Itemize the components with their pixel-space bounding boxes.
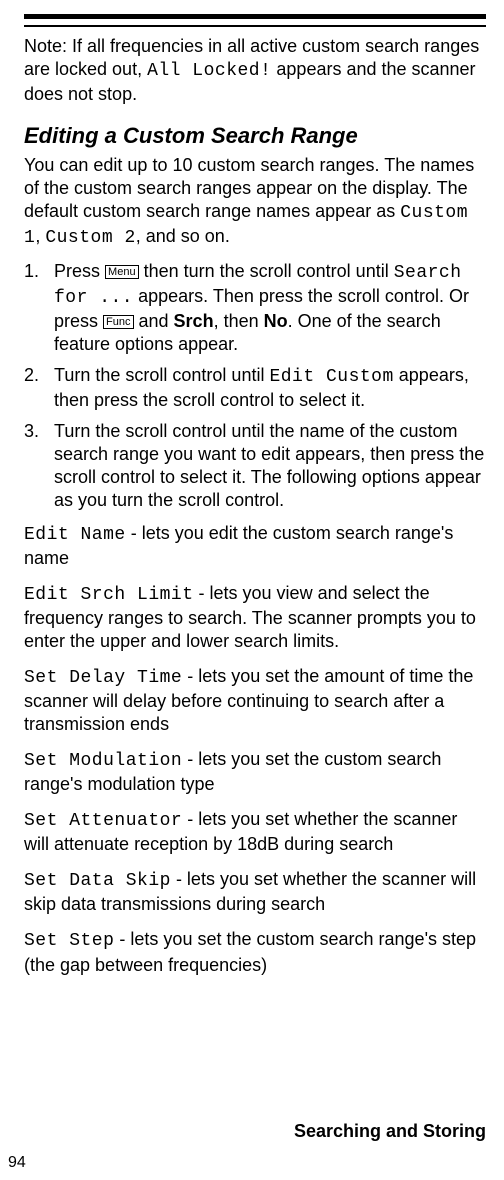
- step1-e: , then: [214, 311, 264, 331]
- intro-paragraph: You can edit up to 10 custom search rang…: [24, 154, 486, 250]
- step1-a: Press: [54, 261, 105, 281]
- menu-key-icon: Menu: [105, 265, 139, 279]
- step3-a: Turn the scroll control until the name o…: [54, 421, 484, 510]
- step2-code: Edit Custom: [269, 367, 393, 387]
- step1-b: then turn the scroll control until: [139, 261, 394, 281]
- step-3: 3. Turn the scroll control until the nam…: [24, 420, 486, 512]
- option-set-step: Set Step - lets you set the custom searc…: [24, 928, 486, 976]
- option-set-attenuator: Set Attenuator - lets you set whether th…: [24, 808, 486, 856]
- step1-bold2: No: [264, 311, 288, 331]
- option-code: Edit Name: [24, 525, 126, 545]
- step-num: 1.: [24, 261, 39, 281]
- intro-c: , and so on.: [136, 226, 230, 246]
- section-heading: Editing a Custom Search Range: [24, 122, 486, 150]
- step1-d: and: [134, 311, 174, 331]
- step-1: 1. Press Menu then turn the scroll contr…: [24, 260, 486, 356]
- step-num: 2.: [24, 365, 39, 385]
- option-edit-srch-limit: Edit Srch Limit - lets you view and sele…: [24, 582, 486, 653]
- option-code: Set Step: [24, 931, 114, 951]
- option-set-data-skip: Set Data Skip - lets you set whether the…: [24, 868, 486, 916]
- intro-code2: Custom 2: [45, 228, 135, 248]
- steps-list: 1. Press Menu then turn the scroll contr…: [24, 260, 486, 512]
- step1-bold1: Srch: [174, 311, 214, 331]
- page-number: 94: [8, 1154, 26, 1172]
- running-footer: Searching and Storing: [294, 1121, 486, 1142]
- func-key-icon: Func: [103, 315, 133, 329]
- note-paragraph: Note: If all frequencies in all active c…: [24, 35, 486, 106]
- option-edit-name: Edit Name - lets you edit the custom sea…: [24, 522, 486, 570]
- option-code: Edit Srch Limit: [24, 585, 194, 605]
- option-set-delay-time: Set Delay Time - lets you set the amount…: [24, 665, 486, 736]
- option-code: Set Data Skip: [24, 871, 171, 891]
- option-code: Set Delay Time: [24, 668, 182, 688]
- option-code: Set Modulation: [24, 751, 182, 771]
- step-num: 3.: [24, 421, 39, 441]
- step-2: 2. Turn the scroll control until Edit Cu…: [24, 364, 486, 412]
- note-code: All Locked!: [147, 61, 271, 81]
- option-code: Set Attenuator: [24, 811, 182, 831]
- step2-a: Turn the scroll control until: [54, 365, 269, 385]
- rule-thin: [24, 25, 486, 27]
- option-set-modulation: Set Modulation - lets you set the custom…: [24, 748, 486, 796]
- rule-thick: [24, 14, 486, 19]
- intro-b: ,: [35, 226, 45, 246]
